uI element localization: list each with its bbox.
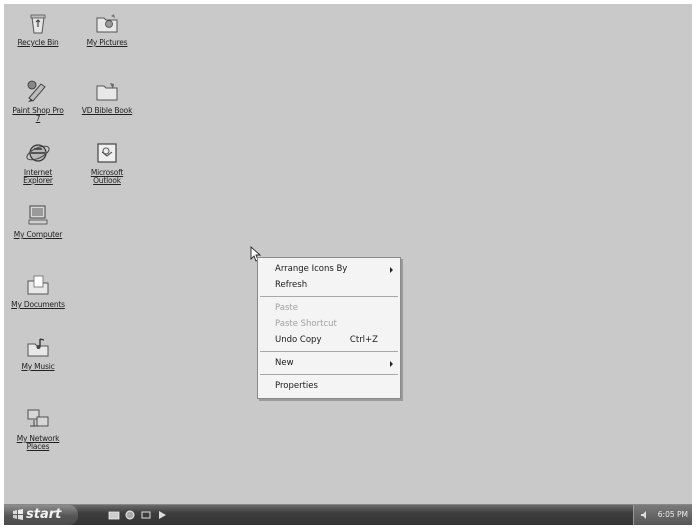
desktop-icon-internet-explorer[interactable]: Internet Explorer <box>7 140 69 185</box>
recycle-bin-icon <box>25 10 51 36</box>
show-desktop-icon[interactable] <box>108 509 120 521</box>
my-documents-icon <box>25 272 51 298</box>
desktop-icon-paint-shop-pro[interactable]: Paint Shop Pro 7 <box>7 78 69 123</box>
menu-item-label: Arrange Icons By <box>275 264 348 274</box>
desktop-icon-my-pictures[interactable]: My Pictures <box>76 10 138 47</box>
menu-item-label: Properties <box>275 381 318 391</box>
menu-item-label: Paste Shortcut <box>275 319 337 329</box>
menu-separator <box>260 296 398 297</box>
menu-item-label: Undo Copy <box>275 335 322 345</box>
internet-explorer-icon <box>25 140 51 166</box>
windows-logo-icon <box>13 509 23 520</box>
outlook-icon <box>94 140 120 166</box>
menu-item-properties[interactable]: Properties <box>258 378 400 394</box>
taskbar-clock[interactable]: 6:05 PM <box>658 505 688 525</box>
desktop-icon-outlook[interactable]: Microsoft Outlook <box>76 140 138 185</box>
media-player-icon[interactable] <box>156 509 168 521</box>
submenu-arrow-icon <box>390 361 393 367</box>
my-computer-icon <box>25 202 51 228</box>
desktop-icon-label: My Computer <box>13 230 63 239</box>
my-music-icon <box>25 334 51 360</box>
submenu-arrow-icon <box>390 267 393 273</box>
desktop-icon-label: My Network Places <box>16 434 60 451</box>
desktop-icon-label: Paint Shop Pro 7 <box>12 106 64 123</box>
menu-item-label: Paste <box>275 303 298 313</box>
system-tray: 6:05 PM <box>633 505 692 525</box>
outlook-icon[interactable] <box>140 509 152 521</box>
menu-separator <box>260 351 398 352</box>
desktop-context-menu: Arrange Icons By Refresh Paste Paste Sho… <box>257 257 401 399</box>
folder-icon <box>94 78 120 104</box>
menu-item-arrange-icons-by[interactable]: Arrange Icons By <box>258 261 400 277</box>
desktop-icon-my-computer[interactable]: My Computer <box>7 202 69 239</box>
menu-item-shortcut: Ctrl+Z <box>349 335 378 345</box>
menu-separator <box>260 374 398 375</box>
desktop-icon-bible-book[interactable]: VD Bible Book <box>76 78 138 115</box>
paint-shop-pro-icon <box>25 78 51 104</box>
internet-explorer-icon[interactable] <box>124 509 136 521</box>
desktop-icon-label: Microsoft Outlook <box>90 168 124 185</box>
start-label: start <box>26 507 62 522</box>
menu-item-label: New <box>275 358 294 368</box>
desktop-icon-recycle-bin[interactable]: Recycle Bin <box>7 10 69 47</box>
menu-item-undo-copy[interactable]: Undo Copy Ctrl+Z <box>258 332 400 348</box>
start-button[interactable]: start <box>4 505 78 525</box>
menu-item-refresh[interactable]: Refresh <box>258 277 400 293</box>
taskbar: start 6:05 PM <box>4 504 692 525</box>
desktop-icon-my-music[interactable]: My Music <box>7 334 69 371</box>
desktop-icon-label: My Pictures <box>86 38 128 47</box>
desktop-icon-label: Recycle Bin <box>17 38 59 47</box>
desktop-icon-label: Internet Explorer <box>23 168 53 185</box>
network-places-icon <box>25 406 51 432</box>
desktop-icon-label: VD Bible Book <box>81 106 133 115</box>
menu-item-paste: Paste <box>258 300 400 316</box>
desktop[interactable]: Recycle Bin My Pictures Paint Shop Pro 7… <box>4 4 692 525</box>
volume-icon[interactable] <box>640 510 650 520</box>
desktop-icon-my-documents[interactable]: My Documents <box>7 272 69 309</box>
folder-pictures-icon <box>94 10 120 36</box>
desktop-icon-my-network-places[interactable]: My Network Places <box>7 406 69 451</box>
menu-item-new[interactable]: New <box>258 355 400 371</box>
menu-item-label: Refresh <box>275 280 308 290</box>
menu-item-paste-shortcut: Paste Shortcut <box>258 316 400 332</box>
desktop-icon-label: My Music <box>21 362 55 371</box>
desktop-icon-label: My Documents <box>11 300 65 309</box>
